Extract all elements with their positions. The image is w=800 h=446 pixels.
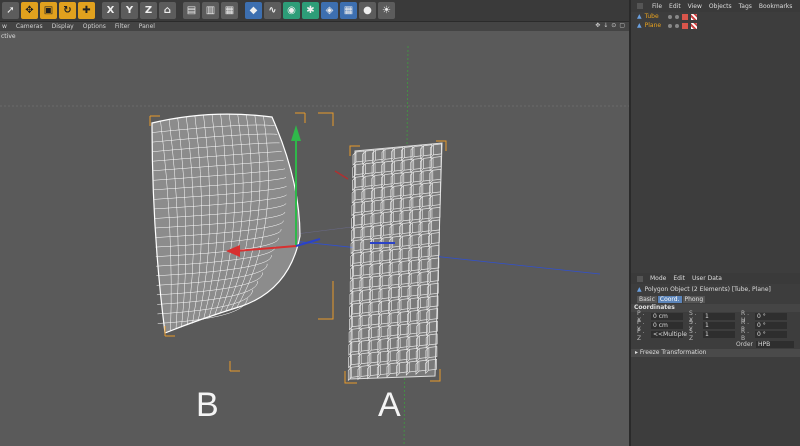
polygon-object-icon: ▲ <box>637 22 642 29</box>
am-menu-mode[interactable]: Mode <box>650 275 666 282</box>
field-label: S . Z <box>689 327 697 342</box>
label-b: B <box>196 386 219 424</box>
viewport-nav-icons: ✥ ↓ ⊙ ▢ <box>595 22 625 29</box>
rot-b-field[interactable]: 0 ° <box>755 331 787 338</box>
toolbar-separator <box>240 2 243 19</box>
pan-view-icon[interactable]: ✥ <box>595 22 600 29</box>
viewport-menu-options[interactable]: Options <box>83 23 106 30</box>
attribute-info: ▲ Polygon Object (2 Elements) [Tube, Pla… <box>631 284 800 295</box>
tab-phong[interactable]: Phong <box>682 296 706 303</box>
select-arrow-icon[interactable]: ➚ <box>2 2 19 19</box>
object-row-plane[interactable]: ▲ Plane <box>631 21 800 30</box>
om-menu-file[interactable]: File <box>652 3 662 10</box>
texture-tag-icon[interactable] <box>690 22 697 29</box>
x-axis-icon[interactable]: X <box>102 2 119 19</box>
deformer-icon[interactable]: ◈ <box>321 2 338 19</box>
panel-grip-icon <box>637 3 643 9</box>
rotate-tool-icon[interactable]: ↻ <box>59 2 76 19</box>
order-dropdown[interactable]: HPB <box>756 340 794 348</box>
object-row-tube[interactable]: ▲ Tube <box>631 12 800 21</box>
maximize-view-icon[interactable]: ▢ <box>619 22 625 29</box>
coord-system-icon[interactable]: ⌂ <box>159 2 176 19</box>
move-tool-icon[interactable]: ✥ <box>21 2 38 19</box>
polygon-object-icon: ▲ <box>637 286 642 293</box>
z-axis-icon[interactable]: Z <box>140 2 157 19</box>
tab-basic[interactable]: Basic <box>637 296 657 303</box>
main-toolbar: ➚ ✥ ▣ ↻ ✚ X Y Z ⌂ ▤ ▥ ▦ ◆ ∿ ◉ ✱ ◈ ▦ ● ☀ <box>0 0 629 22</box>
3d-viewport[interactable]: ctive B A <box>0 31 629 446</box>
render-picture-icon[interactable]: ▥ <box>202 2 219 19</box>
object-name[interactable]: Plane <box>645 22 665 29</box>
render-view-icon[interactable]: ▤ <box>183 2 200 19</box>
add-tool-icon[interactable]: ✚ <box>78 2 95 19</box>
render-settings-icon[interactable]: ▦ <box>221 2 238 19</box>
camera-icon[interactable]: ● <box>359 2 376 19</box>
scale-z-field[interactable]: 1 <box>703 331 735 338</box>
am-menu-user-data[interactable]: User Data <box>692 275 722 282</box>
right-panel: File Edit View Objects Tags Bookmarks ▲ … <box>629 0 800 446</box>
om-menu-tags[interactable]: Tags <box>739 3 752 10</box>
toolbar-separator <box>97 2 100 19</box>
texture-tag-icon[interactable] <box>690 13 697 20</box>
freeze-transformation-toggle[interactable]: ▸ Freeze Transformation <box>631 349 800 357</box>
field-label: P . Z <box>637 327 645 342</box>
render-dot-icon[interactable] <box>674 23 679 28</box>
spline-icon[interactable]: ∿ <box>264 2 281 19</box>
floor-icon[interactable]: ▦ <box>340 2 357 19</box>
om-menu-bookmarks[interactable]: Bookmarks <box>759 3 793 10</box>
rotate-view-icon[interactable]: ⊙ <box>611 22 616 29</box>
render-dot-icon[interactable] <box>674 14 679 19</box>
om-menu-view[interactable]: View <box>688 3 702 10</box>
viewport-menu-cameras[interactable]: Cameras <box>16 23 43 30</box>
viewport-perspective-label: ctive <box>1 33 16 40</box>
object-manager-menu: File Edit View Objects Tags Bookmarks <box>631 0 800 12</box>
am-menu-edit[interactable]: Edit <box>673 275 685 282</box>
viewport-menu-display[interactable]: Display <box>52 23 74 30</box>
array-icon[interactable]: ✱ <box>302 2 319 19</box>
move-view-icon[interactable]: ↓ <box>603 22 608 29</box>
om-menu-objects[interactable]: Objects <box>709 3 732 10</box>
attribute-menu: Mode Edit User Data <box>631 273 800 284</box>
plane-object-a <box>334 140 447 384</box>
object-name[interactable]: Tube <box>645 13 665 20</box>
viewport-menu-bar: w Cameras Display Options Filter Panel ✥… <box>0 22 629 31</box>
tag-icon[interactable] <box>681 13 688 20</box>
selection-info-text: Polygon Object (2 Elements) [Tube, Plane… <box>644 286 771 293</box>
tag-icon[interactable] <box>681 22 688 29</box>
polygon-object-icon: ▲ <box>637 13 642 20</box>
attribute-tabs: Basic Coord. Phong <box>631 295 800 304</box>
viewport-menu-view[interactable]: w <box>2 23 7 30</box>
toolbar-separator <box>178 2 181 19</box>
visibility-dot-icon[interactable] <box>667 23 672 28</box>
attribute-manager: Mode Edit User Data ▲ Polygon Object (2 … <box>631 273 800 357</box>
om-menu-edit[interactable]: Edit <box>669 3 681 10</box>
order-label: Order <box>735 340 753 348</box>
coord-row-z: P . Z <<Multiple S . Z 1 R . B 0 ° <box>631 327 800 342</box>
cube-icon[interactable]: ◆ <box>245 2 262 19</box>
label-a: A <box>378 386 401 424</box>
y-axis-icon[interactable]: Y <box>121 2 138 19</box>
viewport-menu-filter[interactable]: Filter <box>115 23 130 30</box>
scale-tool-icon[interactable]: ▣ <box>40 2 57 19</box>
light-icon[interactable]: ☀ <box>378 2 395 19</box>
visibility-dot-icon[interactable] <box>667 14 672 19</box>
nurbs-icon[interactable]: ◉ <box>283 2 300 19</box>
field-label: R . B <box>741 327 749 342</box>
viewport-canvas <box>0 45 629 446</box>
pos-z-field[interactable]: <<Multiple <box>651 331 687 338</box>
panel-grip-icon <box>637 275 643 282</box>
viewport-menu-panel[interactable]: Panel <box>139 23 155 30</box>
tab-coord[interactable]: Coord. <box>657 296 682 303</box>
